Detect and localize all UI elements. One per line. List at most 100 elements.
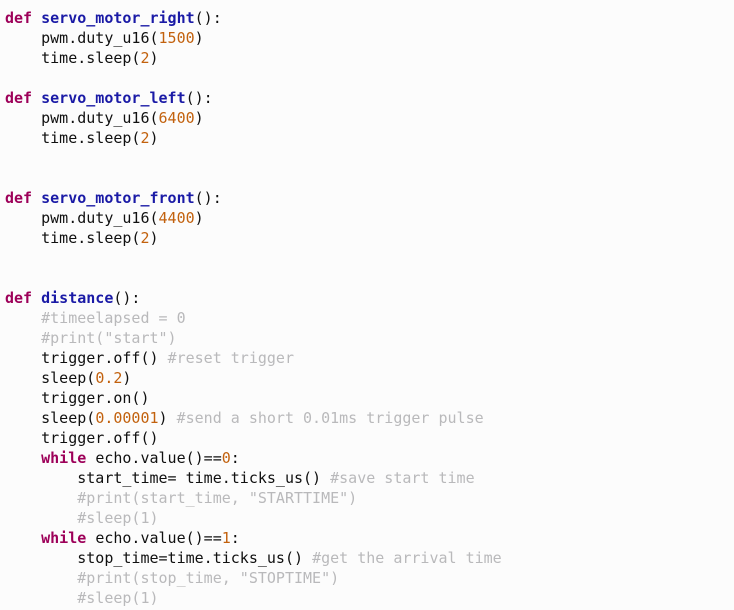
code-token-plain: ) (149, 49, 159, 67)
code-line: sleep(0.00001) #send a short 0.01ms trig… (0, 408, 734, 428)
code-token-plain: start_time= time.ticks_us() (77, 469, 331, 487)
code-token-punct: (): (194, 9, 222, 27)
code-token-comment: #timeelapsed = 0 (41, 309, 186, 327)
code-line: time.sleep(2) (0, 48, 734, 68)
code-line: def servo_motor_right(): (0, 8, 734, 28)
code-token-plain: trigger.on() (41, 389, 150, 407)
code-line: sleep(0.2) (0, 368, 734, 388)
code-token-comment: #print(start_time, "STARTTIME") (77, 489, 358, 507)
code-line: while echo.value()==0: (0, 448, 734, 468)
code-token-comment: #save start time (330, 469, 475, 487)
code-line: #timeelapsed = 0 (0, 308, 734, 328)
code-token-punct: (): (194, 189, 222, 207)
code-token-kw: while (41, 449, 96, 467)
code-token-plain: time.sleep( (41, 229, 141, 247)
code-token-comment: #sleep(1) (77, 589, 159, 607)
code-line: #sleep(1) (0, 508, 734, 528)
code-token-plain: : (230, 529, 240, 547)
code-token-plain: ) (194, 29, 204, 47)
code-token-comment: #print("start") (41, 329, 177, 347)
code-line: start_time= time.ticks_us() #save start … (0, 468, 734, 488)
code-line: trigger.off() #reset trigger (0, 348, 734, 368)
code-line: #print(stop_time, "STOPTIME") (0, 568, 734, 588)
code-line: def servo_motor_left(): (0, 88, 734, 108)
code-token-comment: #reset trigger (167, 349, 294, 367)
code-line: #print("start") (0, 328, 734, 348)
code-token-plain: trigger.off() (41, 429, 159, 447)
code-token-fname: distance (41, 289, 114, 307)
code-token-num: 6400 (158, 109, 195, 127)
code-line: while echo.value()==1: (0, 528, 734, 548)
code-line: time.sleep(2) (0, 128, 734, 148)
code-line: pwm.duty_u16(1500) (0, 28, 734, 48)
code-token-kw: def (5, 289, 42, 307)
code-token-comment: #get the arrival time (312, 549, 502, 567)
code-token-plain: : (230, 449, 240, 467)
code-line: #sleep(1) (0, 588, 734, 608)
code-token-kw: def (5, 189, 42, 207)
code-token-kw: def (5, 9, 42, 27)
code-token-plain: pwm.duty_u16( (41, 109, 159, 127)
code-token-num: 2 (140, 49, 150, 67)
code-line: stop_time=time.ticks_us() #get the arriv… (0, 548, 734, 568)
code-token-comment: #sleep(1) (77, 509, 159, 527)
code-token-num: 0 (221, 449, 231, 467)
code-line: #print(start_time, "STARTTIME") (0, 488, 734, 508)
code-token-fname: servo_motor_left (41, 89, 186, 107)
code-token-kw: def (5, 89, 42, 107)
code-listing[interactable]: def servo_motor_right(): pwm.duty_u16(15… (0, 0, 734, 610)
code-token-fname: servo_motor_right (41, 9, 195, 27)
code-token-plain: ) (194, 109, 204, 127)
code-token-plain: echo.value()== (95, 449, 222, 467)
code-line: time.sleep(2) (0, 228, 734, 248)
code-token-plain: sleep( (41, 409, 96, 427)
code-token-num: 2 (140, 129, 150, 147)
code-token-plain: ) (122, 369, 132, 387)
code-token-num: 1500 (158, 29, 195, 47)
code-line: trigger.on() (0, 388, 734, 408)
code-token-plain: time.sleep( (41, 49, 141, 67)
code-token-num: 2 (140, 229, 150, 247)
code-token-plain: ) (194, 209, 204, 227)
code-token-num: 4400 (158, 209, 195, 227)
code-token-plain: sleep( (41, 369, 96, 387)
code-token-num: 0.00001 (95, 409, 159, 427)
code-token-plain: pwm.duty_u16( (41, 29, 159, 47)
code-token-fname: servo_motor_front (41, 189, 195, 207)
code-line: pwm.duty_u16(6400) (0, 108, 734, 128)
code-token-plain: ) (158, 409, 177, 427)
code-line: trigger.off() (0, 428, 734, 448)
code-token-num: 1 (221, 529, 231, 547)
code-token-plain: ) (149, 229, 159, 247)
code-token-plain: time.sleep( (41, 129, 141, 147)
code-token-plain: stop_time=time.ticks_us() (77, 549, 313, 567)
code-line: pwm.duty_u16(4400) (0, 208, 734, 228)
code-token-comment: #send a short 0.01ms trigger pulse (176, 409, 484, 427)
